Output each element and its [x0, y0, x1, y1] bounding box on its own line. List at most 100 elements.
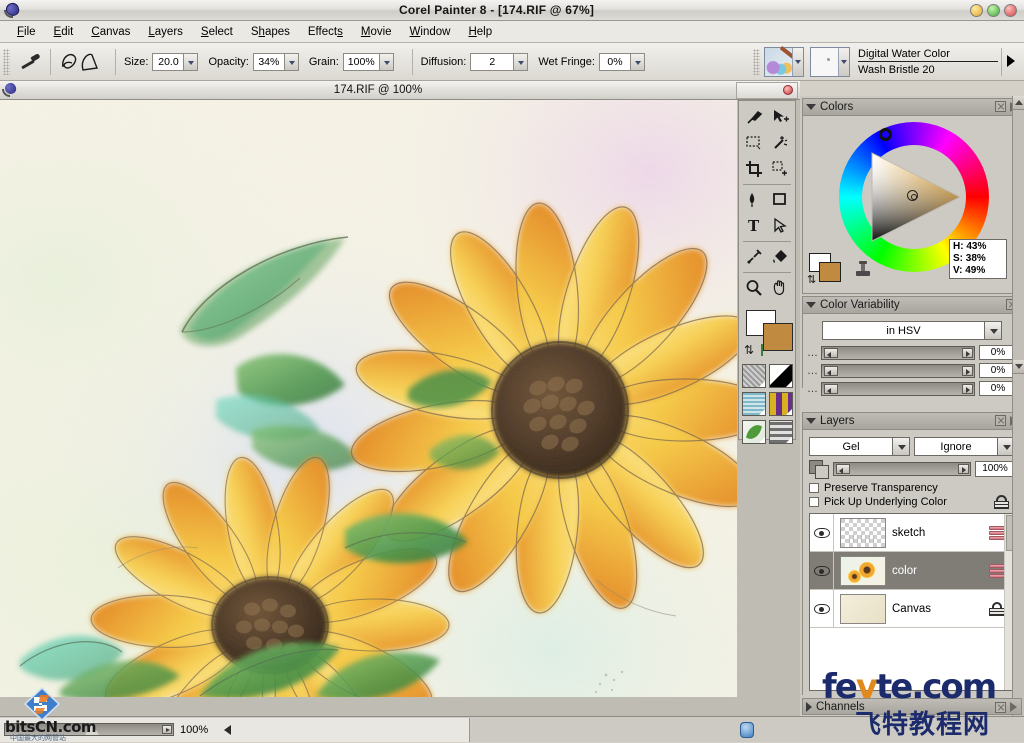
paper-selector[interactable] — [741, 364, 766, 388]
size-value[interactable]: 20.0 — [153, 54, 183, 70]
canvas-area[interactable] — [0, 100, 737, 697]
menu-window[interactable]: Window — [401, 24, 460, 40]
layer-opacity-value[interactable]: 100% — [975, 461, 1015, 477]
diffusion-value[interactable]: 2 — [471, 54, 513, 70]
layer-opacity-knob[interactable] — [836, 464, 850, 474]
shape-selection-tool[interactable] — [767, 213, 793, 239]
rectangular-selection-tool[interactable] — [741, 130, 767, 156]
dock-scrollbar[interactable] — [1012, 96, 1024, 716]
brush-tool[interactable] — [741, 104, 767, 130]
pattern-selector[interactable] — [741, 392, 766, 416]
menu-layers[interactable]: Layers — [139, 24, 192, 40]
table-row[interactable]: color — [810, 552, 1014, 590]
brush-selector-grip[interactable] — [753, 48, 760, 75]
weave-selector[interactable] — [768, 392, 793, 416]
pick-up-underlying-color-checkbox[interactable] — [809, 497, 819, 507]
paint-bucket-tool[interactable] — [767, 244, 793, 270]
value-variability-end[interactable] — [962, 383, 973, 394]
layers-close-icon[interactable] — [995, 415, 1006, 426]
close-button[interactable] — [1004, 3, 1017, 17]
saturation-value-marker[interactable] — [907, 190, 918, 201]
brush-category-selector[interactable] — [764, 46, 804, 77]
opacity-dropdown-arrow[interactable] — [283, 53, 298, 70]
eye-icon[interactable] — [813, 565, 830, 576]
text-tool[interactable]: T — [741, 213, 767, 239]
color-variability-header[interactable]: Color Variability — [803, 297, 1021, 314]
channels-menu-arrow-icon[interactable] — [1010, 702, 1017, 712]
eyedropper-tool[interactable] — [741, 244, 767, 270]
pick-up-underlying-color-row[interactable]: Pick Up Underlying Color — [809, 495, 1015, 509]
swap-colors-icon[interactable]: ⇅ — [744, 344, 758, 357]
foreground-color-swatch[interactable] — [763, 323, 793, 351]
menu-effects[interactable]: Effects — [299, 24, 352, 40]
eye-icon[interactable] — [813, 527, 830, 538]
menu-movie[interactable]: Movie — [352, 24, 401, 40]
menu-file[interactable]: File — [8, 24, 45, 40]
hue-variability-knob[interactable] — [824, 347, 838, 358]
opacity-value[interactable]: 34% — [254, 54, 284, 70]
composite-method-select[interactable]: Gel — [809, 437, 910, 456]
rectangular-shape-tool[interactable] — [767, 187, 793, 213]
grain-field[interactable]: 100% — [342, 52, 394, 71]
preserve-transparency-row[interactable]: Preserve Transparency — [809, 482, 1015, 494]
menu-edit[interactable]: Edit — [45, 24, 83, 40]
layer-visibility-cell[interactable] — [810, 552, 834, 589]
value-variability-knob[interactable] — [824, 383, 838, 394]
collapse-triangle-icon[interactable] — [806, 104, 816, 110]
swap-colors-icon-small[interactable]: ⇅ — [807, 273, 816, 286]
collapse-triangle-icon[interactable] — [806, 302, 816, 308]
brush-category-arrow[interactable] — [792, 47, 803, 76]
magic-wand-tool[interactable] — [767, 130, 793, 156]
brush-icon[interactable] — [18, 50, 42, 74]
table-row[interactable]: Canvas — [810, 590, 1014, 628]
channels-close-icon[interactable] — [995, 702, 1006, 713]
magnifier-tool[interactable] — [741, 275, 767, 301]
menu-canvas[interactable]: Canvas — [82, 24, 139, 40]
size-dropdown-arrow[interactable] — [183, 53, 198, 70]
layer-opacity-end[interactable] — [958, 464, 969, 474]
document-close-area[interactable] — [736, 81, 798, 99]
pen-tool[interactable] — [741, 187, 767, 213]
wet-fringe-value[interactable]: 0% — [600, 54, 630, 70]
layer-visibility-cell[interactable] — [810, 514, 834, 551]
diffusion-field[interactable]: 2 — [470, 52, 529, 71]
layer-adjuster-tool[interactable] — [767, 156, 793, 182]
looks-selector[interactable] — [768, 420, 793, 444]
layers-palette-header[interactable]: Layers — [803, 413, 1021, 430]
wet-fringe-dropdown-arrow[interactable] — [629, 53, 644, 70]
collapse-triangle-icon[interactable] — [806, 418, 816, 424]
color-swatch-area[interactable]: ⇅ — [739, 304, 795, 362]
expand-triangle-icon[interactable] — [806, 701, 812, 712]
diffusion-dropdown-arrow[interactable] — [513, 53, 528, 70]
layer-name[interactable]: color — [892, 565, 989, 577]
value-variability-slider[interactable] — [821, 381, 975, 396]
grabber-tool[interactable] — [767, 275, 793, 301]
expand-arrow-icon[interactable] — [1004, 50, 1018, 72]
dock-scroll-up-icon[interactable] — [1013, 96, 1024, 110]
clone-color-icon[interactable] — [853, 259, 873, 279]
menu-shapes[interactable]: Shapes — [242, 24, 299, 40]
primary-color-swatch[interactable] — [819, 262, 841, 282]
variability-mode-arrow[interactable] — [984, 322, 1001, 339]
saturation-variability-end[interactable] — [962, 365, 973, 376]
hue-variability-end[interactable] — [962, 347, 973, 358]
hue-marker[interactable] — [879, 128, 892, 141]
brush-variant-selector[interactable] — [810, 46, 850, 77]
wet-fringe-field[interactable]: 0% — [598, 52, 645, 71]
composite-method-arrow[interactable] — [892, 438, 909, 455]
saturation-variability-knob[interactable] — [824, 365, 838, 376]
dock-scroll-down-icon[interactable] — [1013, 360, 1024, 374]
crop-tool[interactable] — [741, 156, 767, 182]
layer-opacity-slider[interactable] — [833, 462, 971, 476]
back-arrow-icon[interactable] — [224, 724, 231, 735]
menu-help[interactable]: Help — [459, 24, 501, 40]
size-field[interactable]: 20.0 — [152, 52, 199, 71]
document-close-icon[interactable] — [783, 85, 793, 95]
hue-variability-slider[interactable] — [821, 345, 975, 360]
opacity-field[interactable]: 34% — [252, 52, 299, 71]
eye-icon[interactable] — [813, 603, 830, 614]
minimize-button[interactable] — [970, 3, 983, 17]
toolbar-grip[interactable] — [3, 48, 10, 75]
table-row[interactable]: sketch — [810, 514, 1014, 552]
grain-dropdown-arrow[interactable] — [378, 53, 393, 70]
